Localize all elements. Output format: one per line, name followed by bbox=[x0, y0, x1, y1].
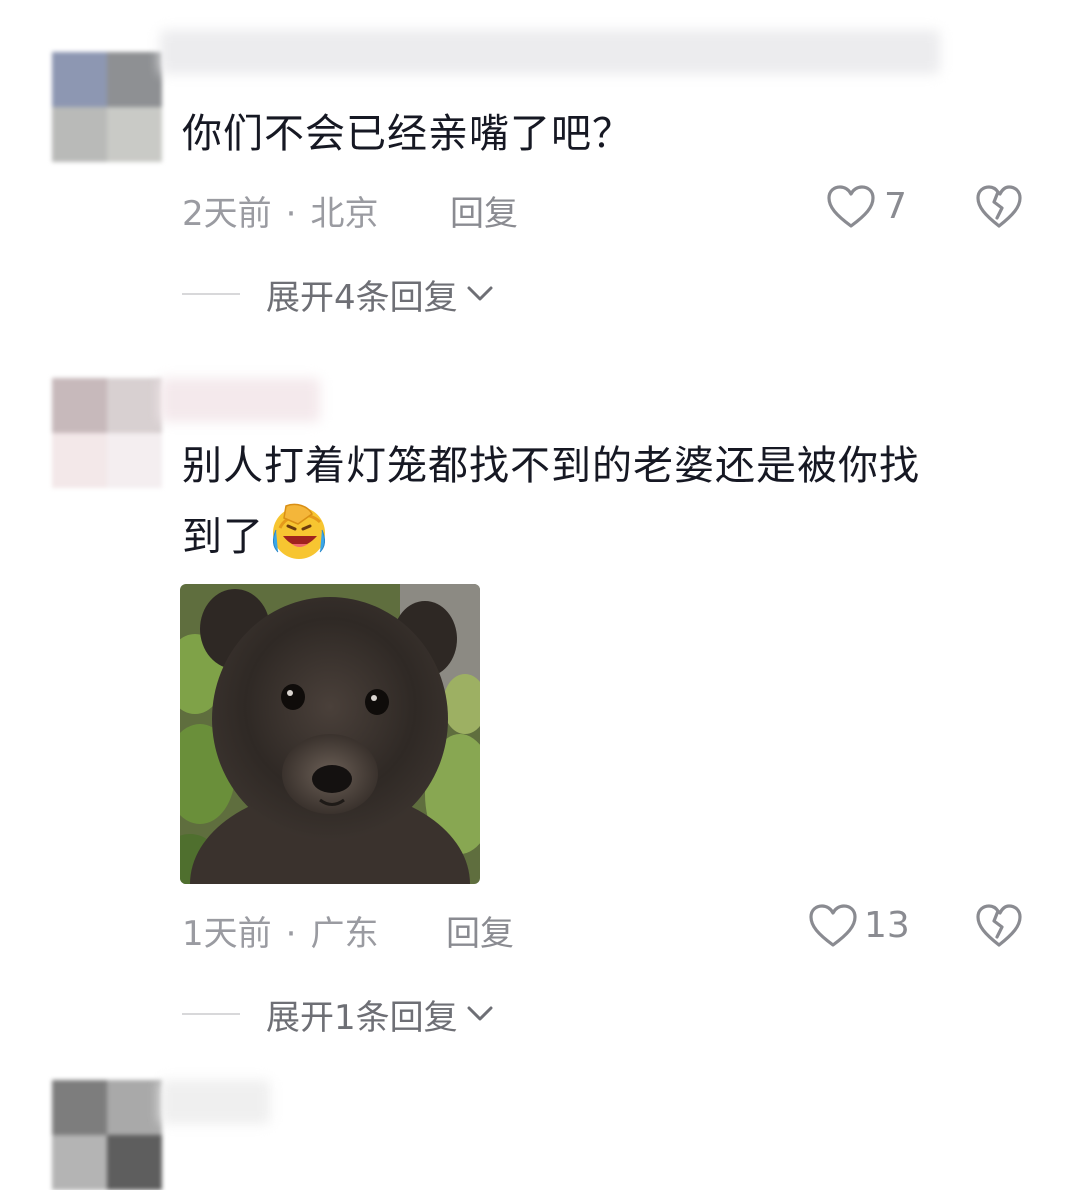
comment-text-line-1: 别人打着灯笼都找不到的老婆还是被你找 bbox=[182, 443, 920, 489]
username-blurred[interactable] bbox=[160, 378, 320, 422]
like-count: 7 bbox=[884, 186, 907, 227]
meta-separator: · bbox=[285, 194, 297, 234]
comment-text: 别人打着灯笼都找不到的老婆还是被你找 到了 bbox=[182, 432, 1042, 571]
comment-location: 广东 bbox=[310, 914, 379, 954]
comment-location: 北京 bbox=[310, 194, 379, 234]
divider-line bbox=[182, 293, 240, 295]
reply-button[interactable]: 回复 bbox=[446, 906, 514, 955]
expand-replies[interactable]: 展开1条回复 bbox=[182, 994, 494, 1038]
avatar[interactable] bbox=[52, 1080, 162, 1190]
comment-time: 2天前 bbox=[182, 194, 272, 234]
comment-time: 1天前 bbox=[182, 914, 272, 954]
reply-button[interactable]: 回复 bbox=[450, 186, 518, 235]
expand-replies[interactable]: 展开4条回复 bbox=[182, 274, 494, 318]
comment-text-line-2-text: 到了 bbox=[182, 514, 264, 560]
comment-text: 你们不会已经亲嘴了吧？ bbox=[182, 111, 633, 157]
chevron-down-icon bbox=[467, 1006, 493, 1021]
heart-outline-icon[interactable] bbox=[826, 184, 876, 230]
expand-replies-label: 展开4条回复 bbox=[266, 277, 458, 318]
meta-separator: · bbox=[285, 914, 297, 954]
expand-replies-label: 展开1条回复 bbox=[266, 997, 458, 1038]
avatar[interactable] bbox=[52, 52, 162, 162]
divider-line bbox=[182, 1013, 240, 1015]
bear-cub-photo[interactable] bbox=[180, 584, 480, 884]
laughing-crying-emoji-icon bbox=[272, 503, 326, 559]
broken-heart-icon[interactable] bbox=[975, 184, 1023, 230]
avatar[interactable] bbox=[52, 378, 162, 488]
comment-meta: 1天前 · 广东 回复 bbox=[182, 906, 782, 955]
bear-cub-image bbox=[180, 584, 480, 884]
comment-text-line-2: 到了 bbox=[182, 500, 1042, 571]
username-blurred[interactable] bbox=[160, 1080, 270, 1124]
like-count: 13 bbox=[864, 905, 910, 946]
comment-meta: 2天前 · 北京 回复 bbox=[182, 186, 782, 235]
broken-heart-icon[interactable] bbox=[975, 903, 1023, 949]
heart-outline-icon[interactable] bbox=[808, 903, 858, 949]
chevron-down-icon bbox=[467, 286, 493, 301]
username-blurred[interactable] bbox=[160, 30, 940, 74]
